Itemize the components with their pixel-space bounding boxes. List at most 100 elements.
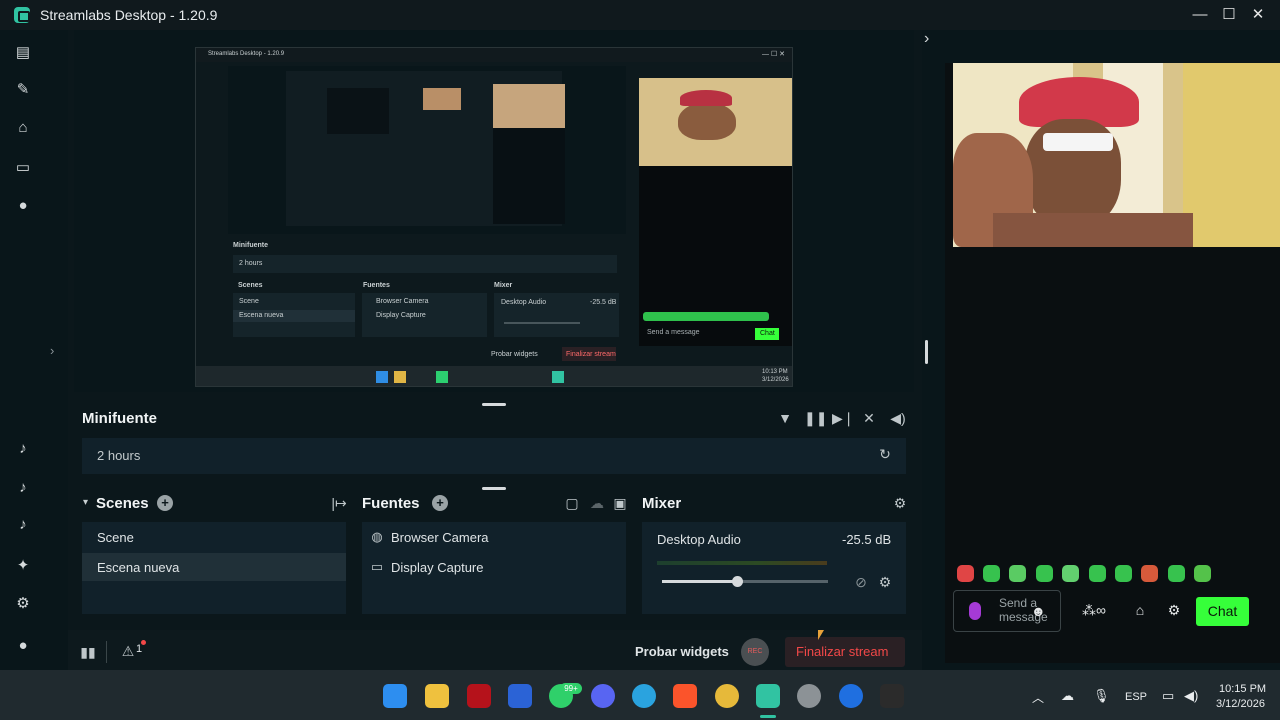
volume-icon[interactable]: ◀) (889, 410, 907, 427)
mute-icon[interactable]: ✕ (860, 410, 878, 427)
chrome-icon[interactable] (715, 684, 739, 708)
inner-mixer: Mixer (494, 282, 513, 289)
profile-icon[interactable]: ● (14, 637, 32, 655)
chat-send-button[interactable]: Chat (1196, 597, 1249, 626)
inner-window-controls-icon: — ☐ ✕ (762, 51, 786, 58)
test-widgets-button[interactable]: Probar widgets (635, 644, 729, 659)
emote-icon[interactable] (957, 565, 974, 582)
close-button[interactable]: ✕ (1244, 4, 1272, 26)
pause-icon[interactable]: ❚❚ (804, 410, 827, 427)
refresh-icon[interactable]: ↻ (876, 446, 894, 463)
monitor-icon: ▭ (370, 559, 384, 574)
record-button[interactable]: REC (741, 638, 769, 666)
inner-date: 3/12/2026 (762, 377, 789, 383)
emote-icon[interactable] (1036, 565, 1053, 582)
inner-finalizar: Finalizar stream (566, 351, 616, 358)
preview-resize-handle[interactable] (482, 403, 506, 406)
emoji-icon[interactable]: ☻ (1031, 603, 1046, 619)
volume-slider-knob[interactable] (731, 576, 743, 587)
microphone-icon[interactable]: 🎙︎ (1093, 688, 1110, 704)
chat-settings-icon[interactable]: ⚙ (1165, 602, 1183, 619)
stats-icon[interactable]: ▮▮ (80, 644, 96, 661)
tiktok-icon[interactable]: ♪ (14, 440, 32, 458)
clock-date[interactable]: 3/12/2026 (1216, 698, 1265, 710)
telegram-icon[interactable] (632, 684, 656, 708)
discord-icon[interactable] (591, 684, 615, 708)
source-properties-icon[interactable]: ▣ (611, 495, 629, 512)
points-icon[interactable]: ⁂∞ (1074, 602, 1114, 619)
chat-resize-handle[interactable] (925, 340, 928, 364)
chat-input-placeholder: Send a message (999, 596, 1048, 624)
source-item[interactable]: Display Capture (391, 560, 484, 575)
app-icon[interactable] (839, 684, 863, 708)
editor-icon[interactable]: ▤ (14, 44, 32, 62)
emote-icon[interactable] (983, 565, 1000, 582)
themes-icon[interactable]: ✎ (14, 81, 32, 99)
inner-hours: 2 hours (239, 260, 263, 267)
onedrive-icon[interactable]: ☁ (1061, 688, 1074, 704)
tiktok-live-icon[interactable]: ♪ (14, 479, 32, 497)
obs-icon[interactable] (797, 684, 821, 708)
store-icon[interactable]: ⌂ (1131, 602, 1149, 618)
whatsapp-badge: 99+ (560, 683, 582, 694)
source-item[interactable]: Browser Camera (391, 530, 489, 545)
maximize-button[interactable]: ☐ (1215, 4, 1243, 26)
filter-icon[interactable]: ▼ (776, 410, 794, 426)
skip-icon[interactable]: ▶❘ (832, 410, 855, 427)
streamlabs-app: Streamlabs Desktop - 1.20.9 — ☐ ✕ ▤ ✎ ⌂ … (0, 0, 1280, 720)
add-folder-icon[interactable]: ▢ (563, 495, 581, 512)
volume-tray-icon[interactable]: ◀) (1184, 688, 1198, 704)
inner-scene: Scene (239, 298, 259, 305)
scene-item[interactable]: Scene (97, 530, 134, 545)
minimize-button[interactable]: — (1186, 4, 1214, 26)
emote-icon[interactable] (1194, 565, 1211, 582)
emote-icon[interactable] (1089, 565, 1106, 582)
calendar-icon[interactable] (508, 684, 532, 708)
brave-icon[interactable] (673, 684, 697, 708)
file-explorer-icon[interactable] (425, 684, 449, 708)
streamlabs-taskbar-icon[interactable] (756, 684, 780, 708)
scene-item-label: Escena nueva (97, 560, 180, 575)
title-bar: Streamlabs Desktop - 1.20.9 — ☐ ✕ (0, 0, 1280, 30)
clock-time[interactable]: 10:15 PM (1219, 683, 1266, 695)
settings-icon[interactable]: ⚙ (14, 595, 32, 613)
collapse-icon[interactable]: ▾ (83, 497, 88, 508)
add-source-icon[interactable]: + (432, 495, 448, 511)
record-icon[interactable]: ● (14, 197, 32, 215)
emote-icon[interactable] (1115, 565, 1132, 582)
language-indicator[interactable]: ESP (1125, 691, 1147, 703)
store-icon[interactable]: ⌂ (14, 119, 32, 137)
mixer-settings-icon[interactable]: ⚙ (891, 495, 909, 512)
end-stream-label: Finalizar stream (796, 644, 889, 659)
emote-icon[interactable] (1062, 565, 1079, 582)
panel-resize-handle[interactable] (482, 487, 506, 490)
emote-icon[interactable] (1141, 565, 1158, 582)
remove-source-icon[interactable]: ☁ (588, 495, 606, 512)
footer-divider (106, 641, 107, 663)
expand-sidebar-icon[interactable]: › (50, 343, 54, 358)
emote-icon[interactable] (1168, 565, 1185, 582)
mute-audio-icon[interactable]: ⊘ (853, 574, 869, 591)
netflix-icon[interactable] (467, 684, 491, 708)
network-icon[interactable]: ▭ (1162, 688, 1174, 704)
windows-start-icon[interactable] (383, 684, 407, 708)
tiktok-studio-icon[interactable]: ♪ (14, 516, 32, 534)
layout-icon[interactable]: ▭ (14, 159, 32, 177)
scene-transition-icon[interactable]: |↦ (330, 495, 348, 512)
mixer-channel-name: Desktop Audio (657, 532, 741, 547)
inner-scenes: Scenes (238, 282, 263, 289)
inner-scene-new: Escena nueva (239, 312, 284, 319)
mixer-level: -25.5 dB (842, 532, 892, 547)
inner-minifuente: Minifuente (233, 242, 268, 249)
emote-icon[interactable] (1009, 565, 1026, 582)
audio-settings-icon[interactable]: ⚙ (877, 574, 893, 591)
active-app-indicator (760, 715, 776, 718)
warning-icon[interactable]: ⚠ (120, 643, 136, 660)
ai-sparkle-icon[interactable]: ✦ (14, 557, 32, 575)
add-scene-icon[interactable]: + (157, 495, 173, 511)
mic-icon[interactable] (969, 602, 981, 620)
collapse-chat-icon[interactable]: › (924, 30, 929, 48)
show-hidden-icons-icon[interactable]: ︿ (1032, 689, 1044, 706)
volume-slider-fill (662, 580, 737, 583)
game-icon[interactable] (880, 684, 904, 708)
